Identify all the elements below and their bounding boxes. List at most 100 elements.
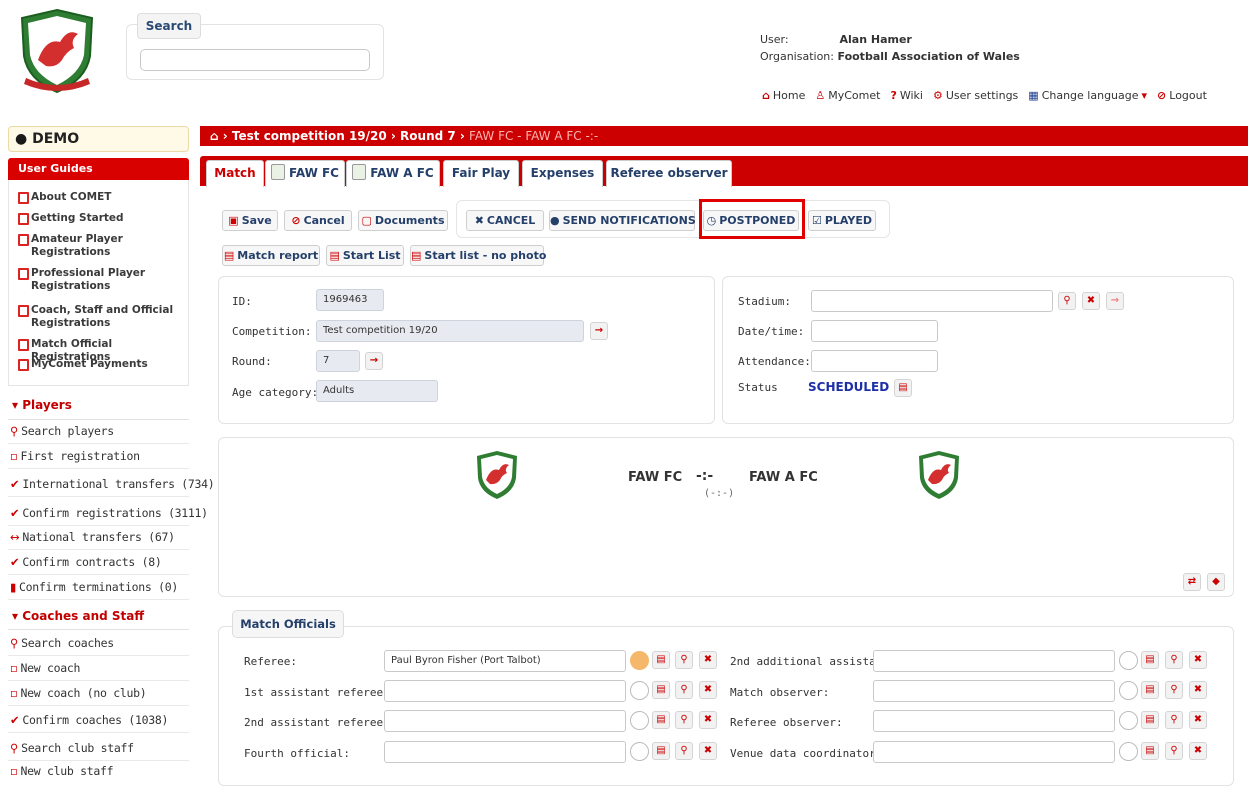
close-icon[interactable]: ✖ [699,711,717,729]
sidebar-confirm-terminations[interactable]: ▮ Confirm terminations (0) [8,576,189,600]
match-report-button[interactable]: ▤ Match report [222,245,320,266]
cancel-match-button[interactable]: ✖ CANCEL [466,210,544,231]
sidebar-search-coaches[interactable]: ⚲ Search coaches [8,632,189,656]
arrow-right-icon[interactable]: → [1106,292,1124,310]
cancel-button[interactable]: ⊘ Cancel [284,210,352,231]
faw-logo[interactable] [16,8,98,94]
status-indicator[interactable] [1119,651,1138,670]
guide-getting-started[interactable]: Getting Started [18,212,178,225]
guide-amateur-player[interactable]: Amateur Player Registrations [18,233,178,259]
sidebar-new-coach[interactable]: ▫ New coach [8,657,189,681]
search-icon[interactable]: ⚲ [1058,292,1076,310]
breadcrumb-round[interactable]: Round 7 [400,129,456,143]
sidebar-confirm-contracts[interactable]: ✔ Confirm contracts (8) [8,551,189,575]
status-indicator[interactable] [630,711,649,730]
tab-fair-play[interactable]: Fair Play [443,160,519,187]
status-indicator[interactable] [630,681,649,700]
attendance-input[interactable] [811,350,938,372]
start-list-button[interactable]: ▤ Start List [326,245,404,266]
status-indicator[interactable] [630,742,649,761]
search-icon[interactable]: ⚲ [1165,742,1183,760]
arrow-right-icon[interactable]: → [590,322,608,340]
home-icon[interactable]: ⌂ [210,129,219,143]
sidebar-confirm-registrations[interactable]: ✔ Confirm registrations (3111) [8,502,208,526]
print-icon[interactable]: ▤ [894,379,912,397]
status-indicator[interactable] [1119,681,1138,700]
sidebar-national-transfers[interactable]: ↔ National transfers (67) [8,526,189,550]
match-officials-tab[interactable]: Match Officials [232,610,344,638]
print-icon[interactable]: ▤ [1141,681,1159,699]
search-icon[interactable]: ⚲ [675,711,693,729]
sidebar-search-club-staff[interactable]: ⚲ Search club staff [8,737,189,761]
second-additional-assistant-input[interactable] [873,650,1115,672]
search-icon[interactable]: ⚲ [1165,711,1183,729]
close-icon[interactable]: ✖ [699,651,717,669]
sidebar-new-coach-no-club[interactable]: ▫ New coach (no club) [8,682,189,706]
referee-observer-input[interactable] [873,710,1115,732]
save-button[interactable]: ▣ Save [222,210,278,231]
stadium-input[interactable] [811,290,1053,312]
tab-match[interactable]: Match [206,160,264,187]
nav-user-settings[interactable]: ⚙ User settings [933,89,1018,102]
sidebar-new-club-staff[interactable]: ▫ New club staff [8,760,189,784]
print-icon[interactable]: ▤ [1141,742,1159,760]
search-input[interactable] [140,49,370,71]
nav-home[interactable]: ⌂ Home [762,89,805,102]
search-icon[interactable]: ⚲ [1165,681,1183,699]
search-tab[interactable]: Search [137,13,201,39]
played-button[interactable]: ☑ PLAYED [808,210,876,231]
sidebar-international-transfers[interactable]: ✔ International transfers (734) [8,473,215,497]
tab-expenses[interactable]: Expenses [522,160,603,187]
coaches-section-header[interactable]: Coaches and Staff [12,609,144,623]
print-icon[interactable]: ▤ [652,711,670,729]
guide-coach-staff[interactable]: Coach, Staff and Official Registrations [18,304,178,330]
status-indicator[interactable] [1119,742,1138,761]
sidebar-search-players[interactable]: ⚲ Search players [8,420,189,444]
close-icon[interactable]: ✖ [1189,651,1207,669]
referee-input[interactable]: Paul Byron Fisher (Port Talbot) [384,650,626,672]
guide-professional-player[interactable]: Professional Player Registrations [18,267,178,293]
nav-logout[interactable]: ⊘ Logout [1157,89,1207,102]
close-icon[interactable]: ✖ [1082,292,1100,310]
referee-status-indicator[interactable] [630,651,649,670]
guide-mycomet-payments[interactable]: MyComet Payments [18,358,178,371]
send-notifications-button[interactable]: ● SEND NOTIFICATIONS [549,210,696,231]
first-assistant-input[interactable] [384,680,626,702]
sidebar-confirm-coaches[interactable]: ✔ Confirm coaches (1038) [8,709,189,733]
guide-about-comet[interactable]: About COMET [18,191,178,204]
match-observer-input[interactable] [873,680,1115,702]
print-icon[interactable]: ▤ [652,742,670,760]
arrow-right-icon[interactable]: → [365,352,383,370]
close-icon[interactable]: ✖ [1189,681,1207,699]
search-icon[interactable]: ⚲ [675,651,693,669]
status-indicator[interactable] [1119,711,1138,730]
players-section-header[interactable]: Players [12,398,72,412]
nav-change-language[interactable]: ▦ Change language ▾ [1028,89,1147,102]
breadcrumb-competition[interactable]: Test competition 19/20 [232,129,387,143]
venue-data-coordinator-input[interactable] [873,741,1115,763]
close-icon[interactable]: ✖ [1189,711,1207,729]
search-icon[interactable]: ⚲ [675,681,693,699]
search-icon[interactable]: ⚲ [1165,651,1183,669]
nav-mycomet[interactable]: ♙ MyComet [815,89,880,102]
close-icon[interactable]: ✖ [699,742,717,760]
print-icon[interactable]: ▤ [652,681,670,699]
close-icon[interactable]: ✖ [1189,742,1207,760]
tag-icon[interactable]: ◆ [1207,573,1225,591]
print-icon[interactable]: ▤ [652,651,670,669]
nav-wiki[interactable]: ? Wiki [890,89,923,102]
tab-faw-a-fc[interactable]: FAW A FC [346,160,440,187]
start-list-no-photo-button[interactable]: ▤ Start list - no photo [410,245,546,266]
tab-referee-observer[interactable]: Referee observer [606,160,732,187]
print-icon[interactable]: ▤ [1141,711,1159,729]
swap-icon[interactable]: ⇄ [1183,573,1201,591]
close-icon[interactable]: ✖ [699,681,717,699]
date-time-input[interactable] [811,320,938,342]
fourth-official-input[interactable] [384,741,626,763]
print-icon[interactable]: ▤ [1141,651,1159,669]
documents-button[interactable]: ▢ Documents [358,210,448,231]
search-icon[interactable]: ⚲ [675,742,693,760]
tab-faw-fc[interactable]: FAW FC [265,160,345,187]
second-assistant-input[interactable] [384,710,626,732]
sidebar-first-registration[interactable]: ▫ First registration [8,445,189,469]
